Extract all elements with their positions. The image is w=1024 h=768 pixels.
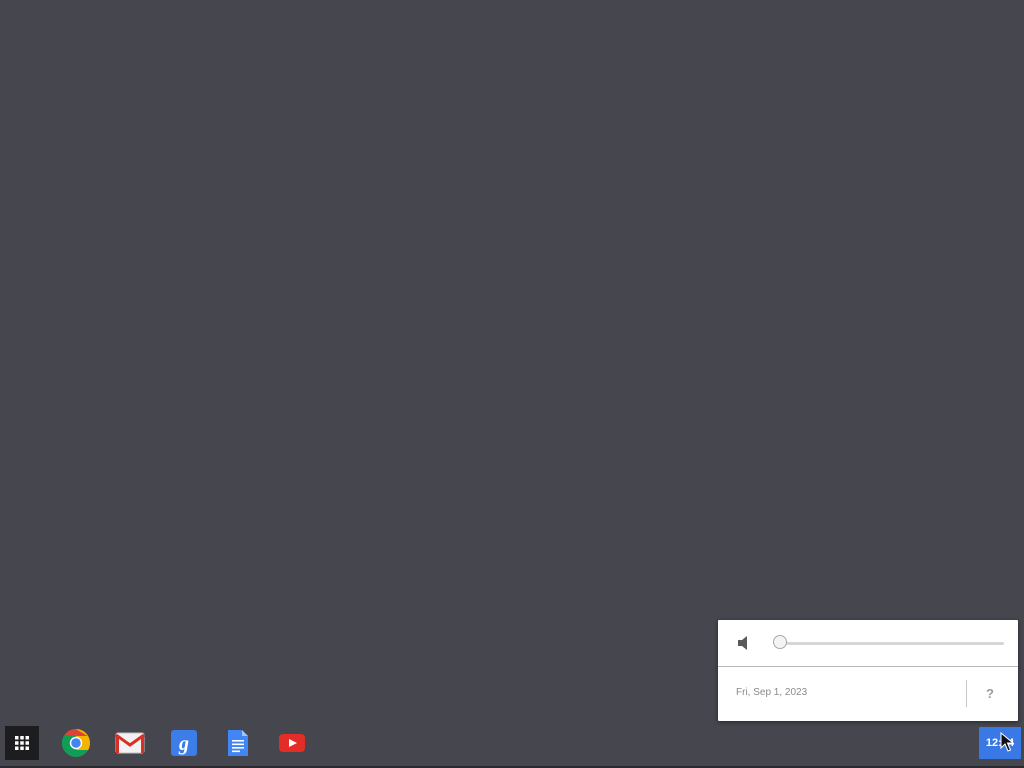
system-tray-bubble: Fri, Sep 1, 2023 ?	[718, 620, 1018, 721]
google-search-app-button[interactable]: g	[167, 726, 201, 760]
shelf: g 12:44	[0, 724, 1024, 768]
svg-text:g: g	[178, 733, 189, 755]
help-button[interactable]: ?	[980, 683, 1000, 703]
gmail-app-button[interactable]	[113, 726, 147, 760]
docs-app-button[interactable]	[221, 726, 255, 760]
youtube-icon	[279, 734, 305, 752]
youtube-app-button[interactable]	[275, 726, 309, 760]
app-launcher-grid-icon	[15, 736, 29, 750]
volume-row	[718, 620, 1018, 667]
docs-icon	[228, 730, 248, 756]
volume-slider[interactable]	[773, 634, 1004, 652]
chrome-icon	[62, 729, 90, 757]
volume-slider-thumb[interactable]	[773, 635, 787, 649]
date-row: Fri, Sep 1, 2023 ?	[718, 667, 1018, 721]
app-launcher-button[interactable]	[5, 726, 39, 760]
status-area-clock[interactable]: 12:44	[979, 727, 1021, 759]
date-label[interactable]: Fri, Sep 1, 2023	[736, 687, 807, 698]
speaker-muted-icon[interactable]	[735, 633, 755, 653]
gmail-icon	[115, 732, 145, 754]
volume-slider-track	[780, 642, 1004, 645]
chrome-app-button[interactable]	[59, 726, 93, 760]
google-search-icon: g	[171, 730, 197, 756]
divider	[966, 680, 967, 707]
